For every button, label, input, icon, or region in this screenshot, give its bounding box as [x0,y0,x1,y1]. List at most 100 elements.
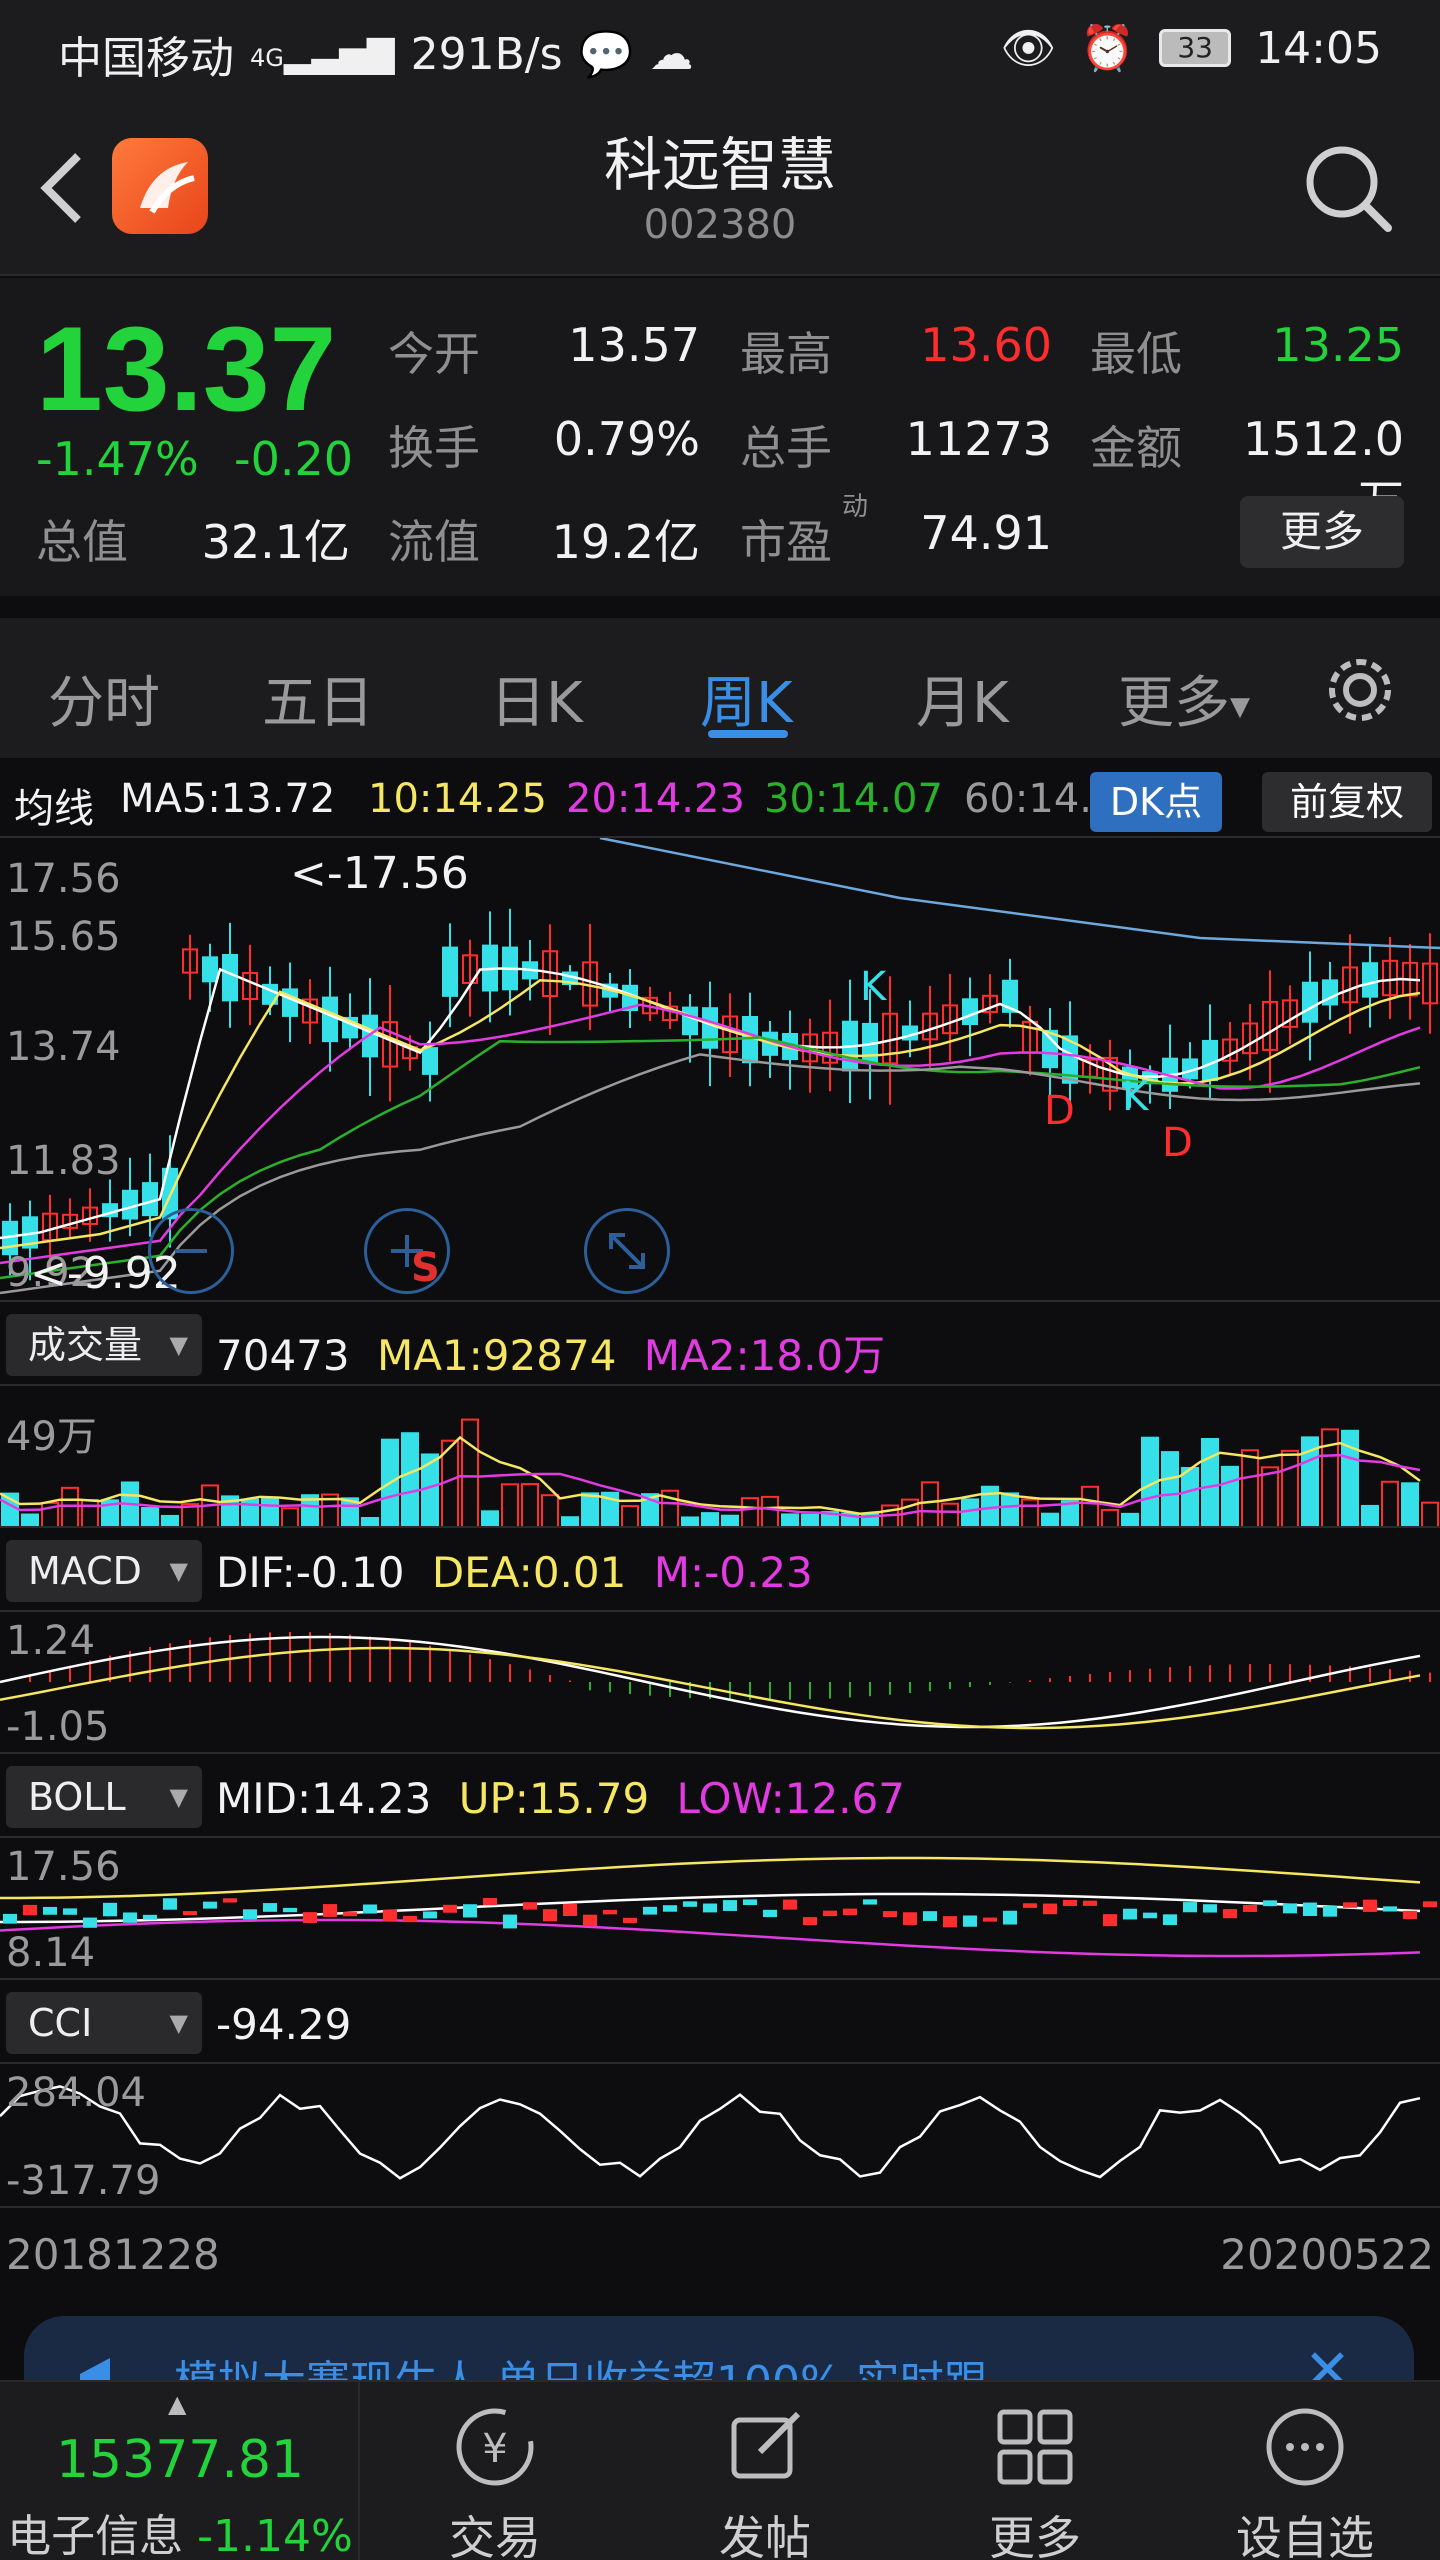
volume-bar [401,1432,419,1528]
boll-up: UP:15.79 [458,1774,650,1823]
tab-monthly-k[interactable]: 月K [916,658,1009,739]
volume-chart[interactable]: 49万 [0,1384,1440,1528]
zoom-out-button[interactable] [148,1208,234,1294]
svg-text:¥: ¥ [482,2426,507,2472]
boll-chart[interactable]: 17.56 8.14 [0,1836,1440,1978]
boll-candle [1263,1900,1277,1907]
macd-selector[interactable]: MACD ▼ [6,1540,202,1602]
cci-selector[interactable]: CCI ▼ [6,1992,202,2054]
fullscreen-button[interactable] [584,1208,670,1294]
boll-candle [1283,1903,1297,1914]
cci-axis-label: -317.79 [6,2158,161,2204]
macd-chart[interactable]: 1.24 -1.05 [0,1610,1440,1752]
boll-candle [743,1899,757,1906]
settings-button[interactable] [1322,652,1398,732]
tab-intraday[interactable]: 分时 [48,658,160,739]
boll-low: LOW:12.67 [676,1774,905,1823]
macd-axis-label: -1.05 [6,1704,110,1750]
volume-bar [741,1497,759,1528]
boll-candle [963,1915,977,1927]
volume-bar [1381,1480,1399,1528]
boll-candle [663,1905,677,1912]
boll-candle [883,1911,897,1918]
boll-candle [983,1917,997,1922]
cci-chart[interactable]: 284.04 -317.79 [0,2062,1440,2206]
volume-bar [1361,1504,1379,1528]
boll-candle [463,1904,477,1918]
boll-candle [403,1915,417,1923]
stock-code: 002380 [643,202,797,248]
boll-candle [783,1899,797,1910]
cci-axis-label: 284.04 [6,2070,146,2116]
adjust-button[interactable]: 前复权 [1262,772,1432,832]
boll-candle [363,1904,377,1914]
cci-header: CCI ▼ -94.29 [0,1978,1440,2062]
kline-candle [682,1006,698,1036]
search-button[interactable] [1300,140,1396,236]
quote-more-button[interactable]: 更多 [1240,496,1404,568]
boll-candle [503,1914,517,1929]
nav-add-watchlist[interactable]: 设自选 [1170,2382,1440,2560]
mktcap-value: 32.1亿 [201,515,350,569]
nav-more-label: 更多 [989,2511,1081,2560]
boll-candle [723,1900,737,1911]
tab-five-day[interactable]: 五日 [262,658,374,739]
boll-candle [603,1909,617,1915]
boll-candle [683,1901,697,1907]
float-label: 流值 [388,515,480,569]
boll-mid: MID:14.23 [216,1774,432,1823]
zoom-in-button[interactable]: S [364,1208,450,1294]
kline-candle [1202,1039,1218,1082]
boll-candle [903,1912,917,1925]
volume-bar [501,1483,519,1528]
kline-chart[interactable]: 17.56 15.65 13.74 11.83 9.92 <-17.56 <-9… [0,836,1440,1300]
high-label: 最高 [740,327,832,381]
ma20-value: 20:14.23 [566,776,745,822]
turnover-value: 0.79% [553,412,700,466]
dk-button[interactable]: DK点 [1090,772,1222,832]
index-ticker[interactable]: ▲ 15377.81 电子信息 -1.14% [0,2382,360,2560]
clock: 14:05 [1255,22,1382,74]
boll-candle [703,1903,717,1913]
boll-candle [1063,1899,1077,1907]
boll-candle [1303,1902,1317,1916]
boll-axis-label: 17.56 [6,1844,121,1890]
boll-candle [283,1907,297,1913]
battery-icon: 33 [1159,29,1232,67]
volume-bar [1021,1498,1039,1528]
change-amount: -0.20 [234,432,354,486]
start-date: 20181228 [6,2230,220,2279]
volume-bar [1241,1449,1259,1528]
quote-panel: 13.37 -1.47% -0.20 总值 32.1亿 今开 13.57 换手 … [0,278,1440,596]
boll-candle [1383,1906,1397,1912]
change-percent: -1.47% [36,432,199,486]
nav-trade[interactable]: ¥ 交易 [360,2382,630,2560]
volume-bar [761,1495,779,1528]
nav-post[interactable]: 发帖 [630,2382,900,2560]
tab-more[interactable]: 更多▼ [1118,658,1250,739]
boll-candle [43,1906,57,1915]
grid-icon [997,2409,1073,2485]
volume-bar [1281,1449,1299,1528]
boll-candle [1243,1905,1257,1912]
boll-candle [803,1917,817,1926]
boll-candle [243,1909,257,1920]
caret-down-icon: ▼ [169,1783,188,1811]
kline-axis-label: 13.74 [6,1024,121,1070]
boll-selector[interactable]: BOLL ▼ [6,1766,202,1828]
boll-candle [1023,1903,1037,1908]
kline-candle [222,953,238,1002]
tab-daily-k[interactable]: 日K [490,658,583,739]
nav-more[interactable]: 更多 [900,2382,1170,2560]
volume-bar [581,1492,599,1528]
kline-marker-k: K [860,964,887,1010]
ma10-value: 10:14.25 [368,776,547,822]
more-dots-icon [1266,2408,1344,2486]
end-date: 20200522 [1220,2230,1434,2279]
kline-marker-k: K [1122,1074,1149,1120]
boll-candle [483,1898,497,1906]
volume-selector[interactable]: 成交量 ▼ [6,1314,202,1376]
macd-axis-label: 1.24 [6,1618,96,1664]
macd-dif: DIF:-0.10 [216,1548,405,1597]
tab-weekly-k[interactable]: 周K [700,658,793,739]
